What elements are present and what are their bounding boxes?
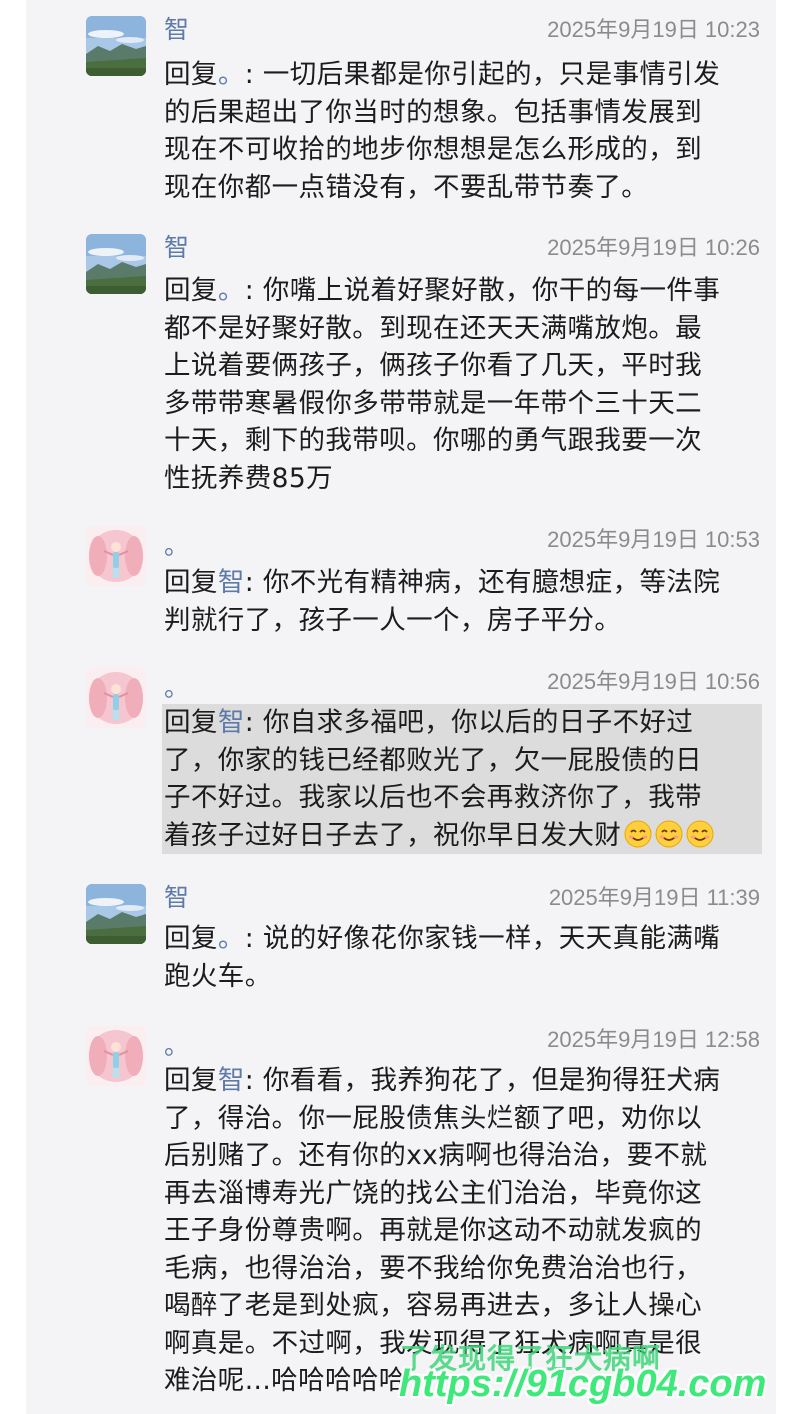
comment-line: 十天，剩下的我带呗。你哪的勇气跟我要一次 (164, 425, 702, 456)
sender-name[interactable]: 智 (164, 878, 189, 914)
comment-body: 回复智: 你看看，我养狗花了，但是狗得狂犬病 了，得治。你一屁股债焦头烂额了吧，… (164, 1062, 762, 1400)
comment-line: 了，得治。你一屁股债焦头烂额了吧，劝你以 (164, 1102, 702, 1134)
comment-line: : 你看看，我养狗花了，但是狗得狂犬病 (244, 1065, 721, 1096)
sender-name[interactable]: 智 (164, 228, 189, 264)
reply-prefix: 回复 (164, 275, 218, 306)
timestamp: 2025年9月19日 10:53 (547, 527, 760, 552)
comment-line: : 你不光有精神病，还有臆想症，等法院 (244, 567, 721, 598)
comment-body: 回复。: 你嘴上说着好聚好散，你干的每一件事 都不是好聚好散。到现在还天天满嘴放… (164, 272, 762, 497)
comment-line: 子不好过。我家以后也不会再救济你了，我带 (164, 782, 702, 813)
comment-line: 判就行了，孩子一人一个，房子平分。 (164, 604, 622, 636)
avatar-pink[interactable] (86, 1026, 146, 1086)
avatar-pink[interactable] (86, 526, 146, 586)
comment-body: 回复。: 一切后果都是你引起的，只是事情引发 的后果超出了你当时的想象。包括事情… (164, 56, 762, 206)
reply-target[interactable]: 。 (218, 275, 245, 306)
sender-name[interactable]: 智 (164, 10, 189, 46)
timestamp: 2025年9月19日 10:23 (547, 17, 760, 42)
right-margin (776, 0, 800, 1414)
sender-name[interactable]: 。 (164, 1026, 189, 1062)
landscape-avatar-icon (86, 884, 146, 944)
cartoon-avatar-icon (86, 526, 146, 586)
comment-line: : 你嘴上说着好聚好散，你干的每一件事 (244, 275, 721, 306)
comment-line: 喝醉了老是到处疯，容易再进去，多让人操心 (164, 1290, 702, 1321)
comment-line: 了，你家的钱已经都败光了，欠一屁股债的日 (164, 744, 702, 776)
cartoon-avatar-icon (86, 668, 146, 728)
reply-target[interactable]: 。 (218, 59, 245, 90)
comment-body: 回复智: 你不光有精神病，还有臆想症，等法院 判就行了，孩子一人一个，房子平分。 (164, 564, 762, 639)
comment-line: 王子身份尊贵啊。再就是你这动不动就发疯的 (164, 1215, 702, 1246)
comment-line: : 你自求多福吧，你以后的日子不好过 (244, 707, 694, 738)
comment-line: 毛病，也得治治，要不我给你免费治治也行， (164, 1252, 702, 1284)
reply-prefix: 回复 (164, 567, 218, 598)
timestamp: 2025年9月19日 10:56 (547, 669, 760, 694)
reply-target[interactable]: 。 (218, 923, 245, 954)
reply-target[interactable]: 智 (218, 707, 245, 738)
reply-target[interactable]: 智 (218, 1065, 245, 1096)
sender-name[interactable]: 。 (164, 526, 189, 562)
timestamp: 2025年9月19日 12:58 (547, 1027, 760, 1052)
avatar-landscape[interactable] (86, 884, 146, 944)
reply-prefix: 回复 (164, 707, 218, 738)
timestamp: 2025年9月19日 11:39 (548, 885, 760, 910)
comment-line: 再去淄博寿光广饶的找公主们治治，毕竟你这 (164, 1177, 702, 1209)
landscape-avatar-icon (86, 234, 146, 294)
left-margin (0, 0, 26, 1414)
comment-body: 回复。: 说的好像花你家钱一样，天天真能满嘴 跑火车。 (164, 920, 762, 995)
comment-line: 难治呢...哈哈哈哈哈 (164, 1365, 406, 1396)
comment-body-highlighted: 回复智: 你自求多福吧，你以后的日子不好过 了，你家的钱已经都败光了，欠一屁股债… (162, 704, 762, 854)
reply-prefix: 回复 (164, 1065, 218, 1096)
comment-thread[interactable]: 智 2025年9月19日 10:23 回复。: 一切后果都是你引起的，只是事情引… (26, 0, 776, 1414)
comment-line: 啊真是。不过啊，我发现得了狂犬病啊真是很 (164, 1327, 702, 1359)
smile-emoji-icon (624, 820, 652, 847)
cartoon-avatar-icon (86, 1026, 146, 1086)
landscape-avatar-icon (86, 16, 146, 76)
comment-line: 后别赌了。还有你的xx病啊也得治治，要不就 (164, 1140, 708, 1171)
reply-prefix: 回复 (164, 59, 218, 90)
reply-prefix: 回复 (164, 923, 218, 954)
comment-line: : 说的好像花你家钱一样，天天真能满嘴 (244, 923, 721, 954)
comment-line: 都不是好聚好散。到现在还天天满嘴放炮。最 (164, 312, 702, 344)
comment-line: 现在你都一点错没有，不要乱带节奏了。 (164, 171, 649, 203)
comment-line: : 一切后果都是你引起的，只是事情引发 (244, 59, 721, 90)
smile-emoji-icon (686, 820, 714, 847)
timestamp: 2025年9月19日 10:26 (547, 235, 760, 260)
avatar-landscape[interactable] (86, 234, 146, 294)
avatar-landscape[interactable] (86, 16, 146, 76)
comment-line: 的后果超出了你当时的想象。包括事情发展到 (164, 96, 702, 128)
reply-target[interactable]: 智 (218, 567, 245, 598)
comment-line: 性抚养费85万 (164, 462, 334, 494)
sender-name[interactable]: 。 (164, 668, 189, 704)
comment-line: 现在不可收拾的地步你想想是怎么形成的，到 (164, 134, 702, 165)
comment-line: 上说着要俩孩子，俩孩子你看了几天，平时我 (164, 350, 702, 381)
smile-emoji-icon (655, 820, 683, 847)
comment-line: 多带带寒暑假你多带带就是一年带个三十天二 (164, 387, 702, 419)
comment-line: 跑火车。 (164, 960, 272, 992)
comment-line: 着孩子过好日子去了，祝你早日发大财 (164, 819, 622, 851)
avatar-pink[interactable] (86, 668, 146, 728)
